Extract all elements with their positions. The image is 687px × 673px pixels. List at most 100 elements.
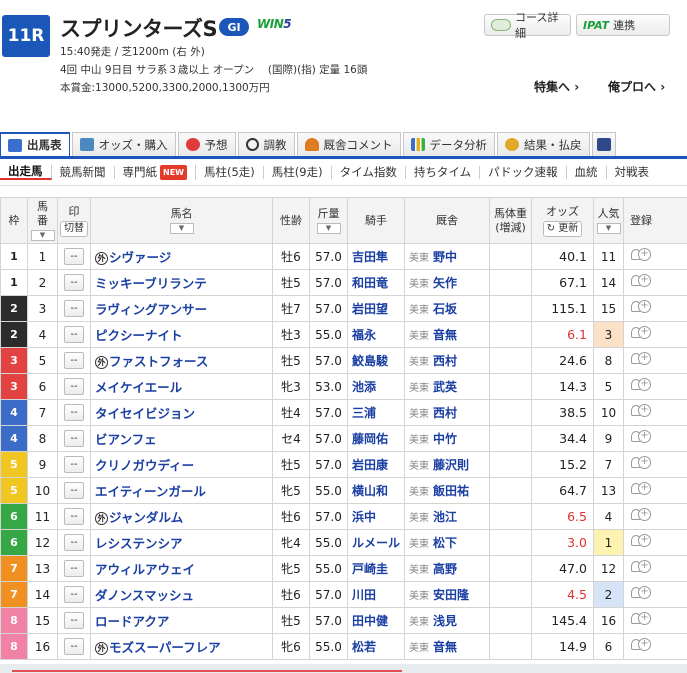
tab-stable-comment[interactable]: 厩舎コメント (296, 132, 401, 156)
jockey-link[interactable]: 和田竜 (347, 269, 405, 296)
trainer-link[interactable]: 西村 (433, 354, 457, 368)
add-favorite-icon[interactable] (630, 404, 651, 418)
trainer-link[interactable]: 飯田祐 (433, 484, 469, 498)
jockey-link[interactable]: 浜中 (347, 503, 405, 530)
col-number[interactable]: 馬番 ▼ (27, 197, 58, 244)
mark-select[interactable]: -- (64, 404, 84, 421)
horse-name-link[interactable]: ロードアクア (95, 614, 169, 629)
add-favorite-icon[interactable] (630, 612, 651, 626)
subtab-matchup[interactable]: 対戦表 (607, 165, 658, 179)
horse-name-link[interactable]: ダノンスマッシュ (95, 588, 194, 603)
trainer-link[interactable]: 野中 (433, 250, 457, 264)
horse-name-link[interactable]: モズスーパーフレア (109, 640, 221, 655)
mark-select[interactable]: -- (64, 248, 84, 265)
add-favorite-icon[interactable] (630, 378, 651, 392)
horse-name-link[interactable]: クリノガウディー (95, 458, 194, 473)
add-favorite-icon[interactable] (630, 300, 651, 314)
subtab-best-time[interactable]: 持ちタイム (406, 165, 481, 179)
add-favorite-icon[interactable] (630, 482, 651, 496)
special-feature-link[interactable]: 特集へ › (534, 78, 579, 95)
jockey-link[interactable]: 池添 (347, 373, 405, 400)
trainer-link[interactable]: 中竹 (433, 432, 457, 446)
mark-select[interactable]: -- (64, 560, 84, 577)
jockey-link[interactable]: 松若 (347, 633, 405, 660)
add-favorite-icon[interactable] (630, 638, 651, 652)
trainer-link[interactable]: 松下 (433, 536, 457, 550)
tab-video[interactable] (591, 132, 616, 156)
odds-refresh-button[interactable]: ↻ 更新 (542, 220, 583, 237)
jockey-link[interactable]: 戸崎圭 (347, 555, 405, 582)
sort-icon[interactable]: ▼ (316, 223, 341, 234)
subtab-paddock[interactable]: パドック速報 (480, 165, 567, 179)
horizontal-scrollbar[interactable] (0, 664, 687, 673)
add-favorite-icon[interactable] (630, 274, 651, 288)
mark-select[interactable]: -- (64, 456, 84, 473)
jockey-link[interactable]: ルメール (347, 529, 405, 556)
jockey-link[interactable]: 川田 (347, 581, 405, 608)
add-favorite-icon[interactable] (630, 534, 651, 548)
subtab-expert-paper[interactable]: 専門紙 NEW (115, 164, 196, 180)
mark-select[interactable]: -- (64, 300, 84, 317)
add-favorite-icon[interactable] (630, 456, 651, 470)
ipat-link-button[interactable]: IPAT 連携 (576, 14, 670, 36)
col-odds[interactable]: オッズ ↻ 更新 (531, 197, 594, 244)
trainer-link[interactable]: 西村 (433, 406, 457, 420)
horse-name-link[interactable]: レシステンシア (95, 536, 183, 551)
col-weight[interactable]: 斤量 ▼ (309, 197, 348, 244)
subtab-past9[interactable]: 馬柱(9走) (264, 165, 332, 179)
col-horse-name[interactable]: 馬名 ▼ (90, 197, 273, 244)
mark-select[interactable]: -- (64, 482, 84, 499)
trainer-link[interactable]: 高野 (433, 562, 457, 576)
tab-entries[interactable]: 出馬表 (0, 132, 70, 156)
horse-name-link[interactable]: アウィルアウェイ (95, 562, 195, 577)
mark-select[interactable]: -- (64, 508, 84, 525)
subtab-pedigree[interactable]: 血統 (567, 165, 607, 179)
mark-select[interactable]: -- (64, 586, 84, 603)
mark-select[interactable]: -- (64, 352, 84, 369)
jockey-link[interactable]: 藤岡佑 (347, 425, 405, 452)
mark-select[interactable]: -- (64, 534, 84, 551)
mark-select[interactable]: -- (64, 326, 84, 343)
trainer-link[interactable]: 池江 (433, 510, 457, 524)
jockey-link[interactable]: 岩田康 (347, 451, 405, 478)
sort-icon[interactable]: ▼ (596, 223, 621, 234)
trainer-link[interactable]: 音無 (433, 640, 457, 654)
add-favorite-icon[interactable] (630, 586, 651, 600)
trainer-link[interactable]: 音無 (433, 328, 457, 342)
jockey-link[interactable]: 三浦 (347, 399, 405, 426)
tab-prediction[interactable]: 予想 (177, 132, 236, 156)
jockey-link[interactable]: 福永 (347, 321, 405, 348)
trainer-link[interactable]: 安田隆 (433, 588, 469, 602)
subtab-past5[interactable]: 馬柱(5走) (196, 165, 264, 179)
add-favorite-icon[interactable] (630, 352, 651, 366)
mark-select[interactable]: -- (64, 378, 84, 395)
add-favorite-icon[interactable] (630, 248, 651, 262)
horse-name-link[interactable]: ピクシーナイト (95, 328, 183, 343)
horse-name-link[interactable]: ラヴィングアンサー (95, 302, 207, 317)
mark-select[interactable]: -- (64, 430, 84, 447)
jockey-link[interactable]: 岩田望 (347, 295, 405, 322)
tab-data-analysis[interactable]: データ分析 (402, 132, 495, 156)
horse-name-link[interactable]: タイセイビジョン (95, 406, 195, 421)
mark-select[interactable]: -- (64, 638, 84, 655)
col-popularity[interactable]: 人気 ▼ (593, 197, 624, 244)
tab-results[interactable]: 結果・払戻 (497, 132, 590, 156)
trainer-link[interactable]: 藤沢則 (433, 458, 469, 472)
horse-name-link[interactable]: ファストフォース (109, 354, 208, 369)
trainer-link[interactable]: 矢作 (433, 276, 457, 290)
add-favorite-icon[interactable] (630, 326, 651, 340)
jockey-link[interactable]: 横山和 (347, 477, 405, 504)
tab-odds[interactable]: オッズ・購入 (71, 132, 176, 156)
ore-pro-link[interactable]: 俺プロへ › (608, 78, 665, 95)
subtab-newspaper[interactable]: 競馬新聞 (52, 165, 115, 179)
subtab-entries[interactable]: 出走馬 (0, 164, 52, 180)
add-favorite-icon[interactable] (630, 430, 651, 444)
sort-icon[interactable]: ▼ (30, 230, 55, 241)
mark-select[interactable]: -- (64, 274, 84, 291)
horse-name-link[interactable]: メイケイエール (95, 380, 182, 395)
tab-training[interactable]: 調教 (237, 132, 295, 156)
horse-name-link[interactable]: ミッキーブリランテ (95, 276, 207, 291)
jockey-link[interactable]: 鮫島駿 (347, 347, 405, 374)
jockey-link[interactable]: 吉田隼 (347, 243, 405, 270)
trainer-link[interactable]: 石坂 (433, 302, 457, 316)
